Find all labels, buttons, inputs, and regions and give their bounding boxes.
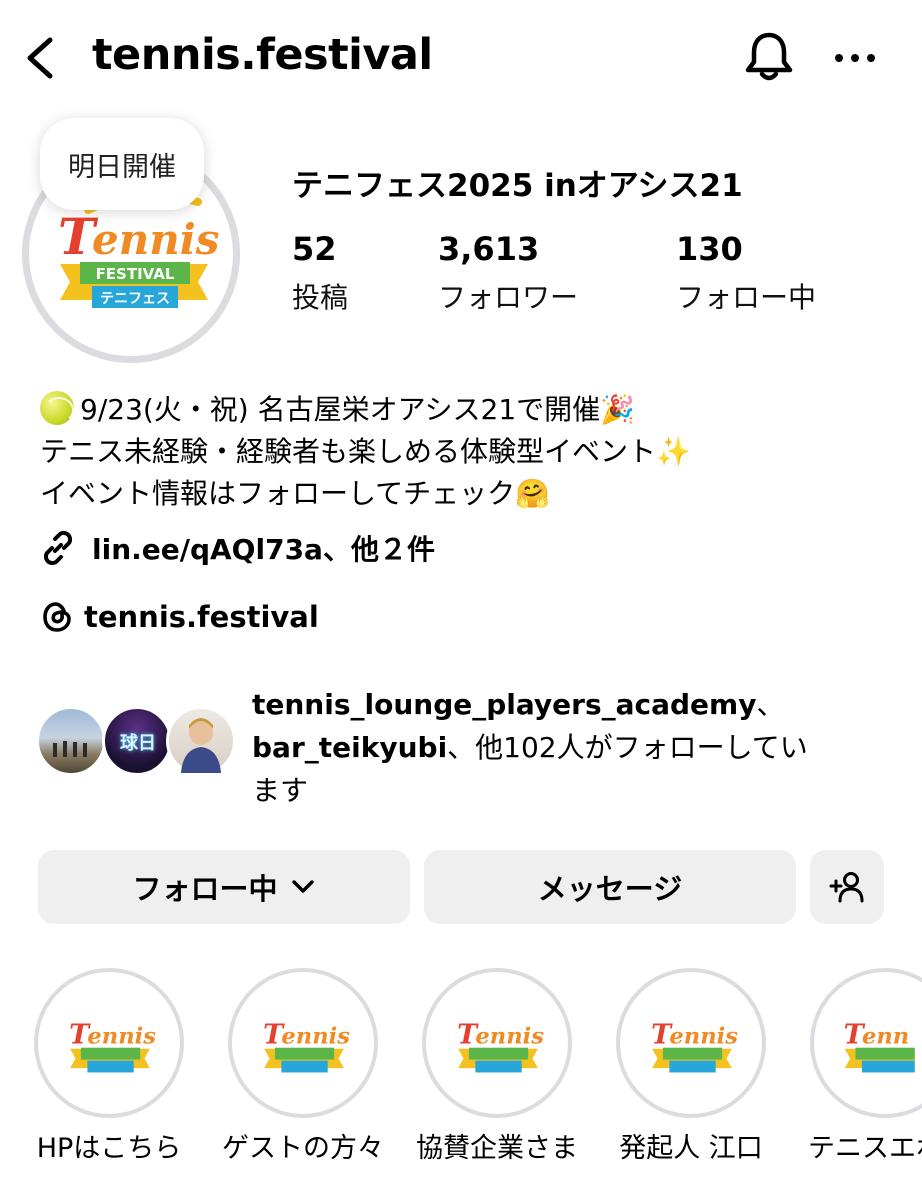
highlight-1-logo: T ennis [69, 1019, 156, 1073]
svg-text:ennis: ennis [669, 1023, 738, 1049]
bio-link-text[interactable]: lin.ee/qAQl73a、他２件 [92, 528, 435, 568]
tennis-ball-icon [40, 391, 74, 425]
following-button[interactable]: フォロー中 [38, 850, 410, 924]
highlight-4-label[interactable]: 発起人 江口 [596, 1126, 786, 1165]
bio-link[interactable]: lin.ee/qAQl73a、他２件 [38, 528, 435, 568]
highlight-1-label[interactable]: HPはこちら [14, 1126, 204, 1165]
svg-text:ennis: ennis [281, 1023, 350, 1049]
posts-count[interactable]: 52 [292, 230, 337, 268]
followers-count[interactable]: 3,613 [438, 230, 539, 268]
back-chevron-icon[interactable] [22, 36, 62, 80]
group-photo [53, 741, 87, 757]
bio-line-3: イベント情報はフォローしてチェック🤗 [40, 477, 551, 510]
bio-line-1: 9/23(火・祝) 名古屋栄オアシス21で開催🎉 [40, 389, 635, 431]
message-button-label: メッセージ [537, 872, 683, 906]
highlight-5-logo: T enn [844, 1019, 915, 1073]
header-username: tennis.festival [92, 30, 433, 80]
followers-label[interactable]: フォロワー [438, 276, 578, 316]
highlight-3-label[interactable]: 協賛企業さま [402, 1126, 592, 1165]
highlight-2-label[interactable]: ゲストの方々 [208, 1126, 398, 1165]
svg-text:テニフェス: テニフェス [100, 291, 170, 307]
svg-text:ennis: ennis [92, 215, 219, 264]
following-button-label: フォロー中 [132, 872, 278, 906]
tennis-festival-logo: T ennis FESTIVAL テニフェス [58, 192, 219, 308]
followed-by-text: tennis_lounge_players_academy、 bar_teiky… [252, 683, 892, 812]
bell-icon[interactable] [740, 28, 798, 86]
more-options-icon[interactable] [832, 40, 878, 76]
follower-name-1[interactable]: tennis_lounge_players_academy [252, 688, 756, 721]
following-count[interactable]: 130 [676, 230, 743, 268]
person-add-icon [829, 872, 864, 903]
chevron-down-icon [291, 880, 314, 893]
profile-display-name: テニフェス2025 inオアシス21 [292, 168, 743, 204]
follower-avatar-1[interactable] [36, 706, 106, 776]
bio-line-1-text: 9/23(火・祝) 名古屋栄オアシス21で開催🎉 [80, 393, 635, 426]
following-label[interactable]: フォロー中 [676, 276, 816, 316]
highlight-4-logo: T ennis [651, 1019, 738, 1073]
svg-text:ennis: ennis [475, 1023, 544, 1049]
threads-link[interactable]: tennis.festival [40, 600, 319, 634]
followed-by-rest: 、他102人がフォローしてい [447, 731, 808, 764]
svg-text:ennis: ennis [87, 1023, 156, 1049]
add-user-button[interactable] [810, 850, 884, 924]
svg-text:FESTIVAL: FESTIVAL [96, 265, 175, 283]
message-button[interactable]: メッセージ [424, 850, 796, 924]
followed-by-rest-2: ます [252, 774, 309, 807]
highlight-2-logo: T ennis [263, 1019, 350, 1073]
separator: 、 [756, 688, 785, 721]
follower-name-2[interactable]: bar_teikyubi [252, 731, 447, 764]
threads-handle[interactable]: tennis.festival [84, 600, 319, 634]
posts-label[interactable]: 投稿 [292, 276, 348, 316]
svg-text:enn: enn [862, 1023, 909, 1049]
link-icon [43, 530, 73, 566]
highlight-3-logo: T ennis [457, 1019, 544, 1073]
threads-icon [43, 602, 71, 632]
highlight-5-label[interactable]: テニスエボ [790, 1126, 922, 1165]
bar-sign-text: 球日 [120, 733, 156, 754]
profile-note-bubble[interactable]: 明日開催 [40, 118, 204, 210]
bio-line-2: テニス未経験・経験者も楽しめる体験型イベント✨ [40, 435, 691, 468]
person-photo [181, 718, 221, 773]
follower-avatar-3[interactable] [166, 706, 236, 776]
follower-avatar-2[interactable]: 球日 [102, 706, 172, 776]
